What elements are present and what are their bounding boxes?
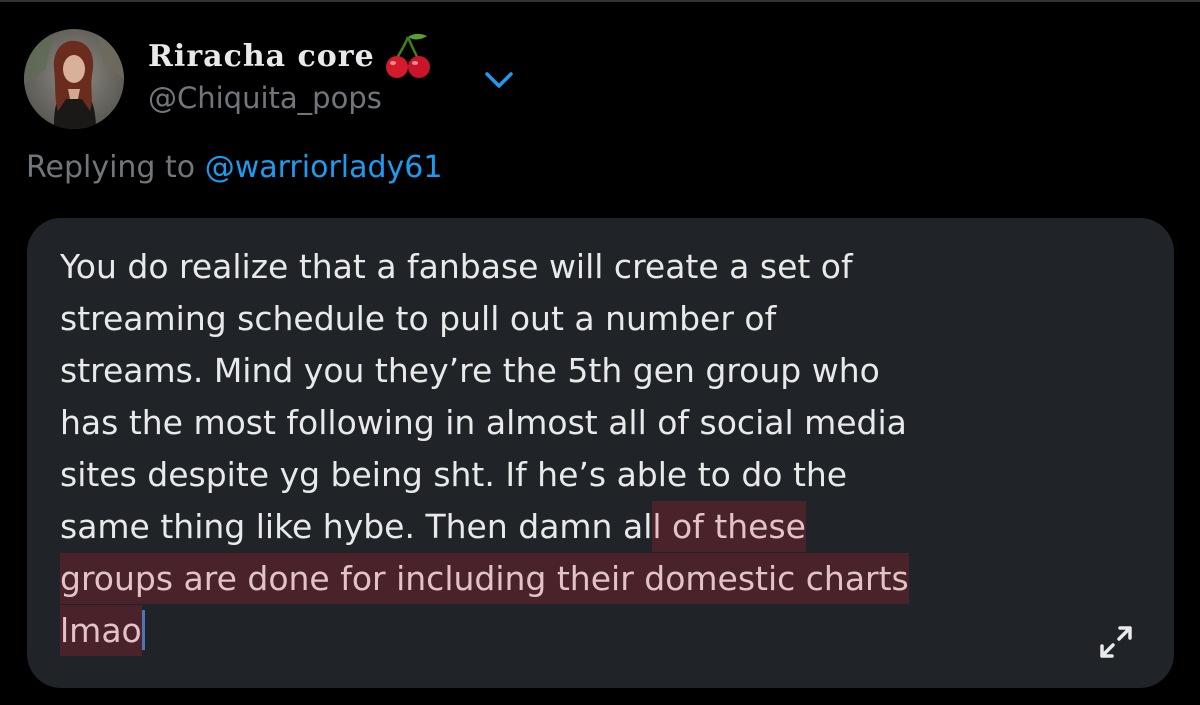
tweet-line: sites despite yg being sht. If he’s able… xyxy=(60,455,848,494)
user-handle[interactable]: @Chiquita_pops xyxy=(148,81,382,115)
selected-text: groups are done for including their dome… xyxy=(60,559,909,598)
avatar-image xyxy=(24,29,124,129)
tweet-line: streaming schedule to pull out a number … xyxy=(60,299,777,338)
avatar[interactable] xyxy=(24,29,124,129)
replying-prefix: Replying to xyxy=(26,150,196,185)
replying-to: Replying to @warriorlady61 xyxy=(26,150,442,185)
chevron-down-icon[interactable] xyxy=(482,66,516,94)
selection-cursor xyxy=(141,610,145,650)
expand-icon[interactable] xyxy=(1096,622,1136,662)
selected-text: lmao xyxy=(60,611,142,650)
top-divider xyxy=(0,0,1200,2)
cherry-icon xyxy=(385,33,430,78)
selected-text: l of these xyxy=(652,507,806,546)
tweet-line-text: same thing like hybe. Then damn al xyxy=(60,507,653,546)
display-name[interactable]: Riracha core xyxy=(148,33,433,78)
tweet-line: has the most following in almost all of … xyxy=(60,403,907,442)
tweet-line: You do realize that a fanbase will creat… xyxy=(60,247,853,286)
display-name-text: Riracha core xyxy=(148,38,375,74)
tweet-line: streams. Mind you they’re the 5th gen gr… xyxy=(60,351,880,390)
tweet-line: same thing like hybe. Then damn all of t… xyxy=(60,501,1120,553)
tweet-line: lmao xyxy=(60,605,1120,657)
reply-mention-link[interactable]: @warriorlady61 xyxy=(205,150,443,185)
tweet-line: groups are done for including their dome… xyxy=(60,553,1120,605)
tweet-text: You do realize that a fanbase will creat… xyxy=(60,241,1120,657)
